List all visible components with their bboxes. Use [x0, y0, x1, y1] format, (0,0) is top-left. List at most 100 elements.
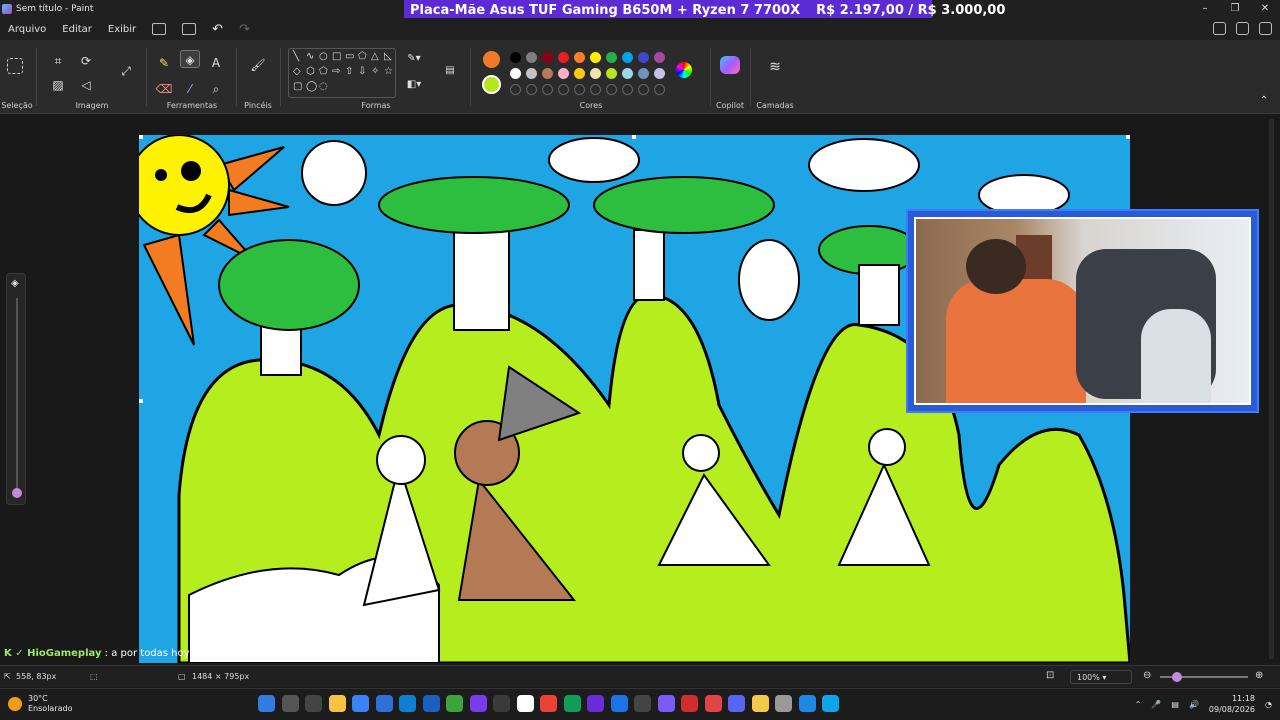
taskbar-app-icon[interactable] [822, 695, 839, 712]
taskbar-app-icon[interactable] [399, 695, 416, 712]
shape-tool-icon[interactable]: ◯ [306, 81, 317, 92]
resize-handle[interactable] [632, 135, 636, 139]
background-removal-icon[interactable]: ▨ [48, 76, 68, 94]
network-icon[interactable]: ▤ [1171, 700, 1179, 709]
layers-icon[interactable]: ≋ [765, 58, 785, 76]
color-swatch[interactable] [654, 68, 665, 79]
color-swatch[interactable] [638, 52, 649, 63]
pencil-icon[interactable]: ✎ [154, 54, 174, 72]
shape-tool-icon[interactable]: ⬠ [358, 51, 367, 62]
fill-style-icon[interactable]: ◧▾ [404, 76, 424, 94]
eraser-icon[interactable]: ⌫ [154, 80, 174, 98]
maximize-button[interactable]: ❐ [1220, 0, 1250, 18]
rotate-icon[interactable]: ⟳ [76, 52, 96, 70]
taskbar-app-icon[interactable] [305, 695, 322, 712]
resize-handle[interactable] [139, 399, 143, 403]
save-icon[interactable] [152, 23, 167, 35]
shape-tool-icon[interactable]: ∿ [306, 51, 314, 62]
clock[interactable]: 11:18 09/08/2026 [1209, 693, 1255, 715]
taskbar-app-icon[interactable] [775, 695, 792, 712]
flip-icon[interactable]: ◁ [76, 76, 96, 94]
taskbar-app-icon[interactable] [798, 695, 816, 712]
secondary-color-swatch[interactable] [482, 75, 501, 94]
color-swatch[interactable] [590, 68, 601, 79]
taskbar-app-icon[interactable] [610, 695, 628, 712]
taskbar-app-icon[interactable] [540, 695, 557, 712]
edit-colors-icon[interactable] [676, 62, 692, 78]
color-swatch[interactable] [606, 68, 617, 79]
crop-icon[interactable]: ⌗ [48, 52, 68, 70]
resize-handle[interactable] [139, 135, 143, 139]
color-swatch[interactable] [574, 68, 585, 79]
color-swatch[interactable] [622, 68, 633, 79]
account-icon[interactable] [1236, 22, 1249, 35]
taskbar-app-icon[interactable] [681, 695, 698, 712]
zoom-in-icon[interactable]: ⊕ [1255, 670, 1263, 681]
color-picker-icon[interactable]: ⁄ [180, 80, 200, 98]
color-swatch[interactable] [542, 52, 553, 63]
color-swatch[interactable] [590, 52, 601, 63]
copilot-icon[interactable] [720, 56, 740, 74]
shape-tool-icon[interactable]: ○ [319, 51, 328, 62]
shape-tool-icon[interactable]: ⬡ [306, 66, 315, 77]
feedback-icon[interactable] [1213, 22, 1226, 35]
color-swatch[interactable] [654, 52, 665, 63]
taskbar-app-icon[interactable] [469, 695, 487, 712]
vertical-scrollbar[interactable] [1269, 119, 1274, 659]
menu-arquivo[interactable]: Arquivo [0, 24, 54, 35]
weather-widget[interactable]: 30°C Ensolarado [8, 694, 72, 714]
undo-icon[interactable]: ↶ [212, 22, 223, 37]
custom-color-slot[interactable] [606, 84, 617, 95]
collapse-ribbon-icon[interactable]: ⌃ [1254, 92, 1274, 110]
menu-exibir[interactable]: Exibir [100, 24, 144, 35]
shape-tool-icon[interactable]: ✧ [371, 66, 379, 77]
close-button[interactable]: ✕ [1250, 0, 1280, 18]
taskbar-app-icon[interactable] [751, 695, 769, 712]
shape-tool-icon[interactable]: ⬠ [319, 66, 328, 77]
select-rectangle-icon[interactable] [7, 58, 23, 74]
taskbar-app-icon[interactable] [563, 695, 581, 712]
shape-tool-icon[interactable]: ▭ [345, 51, 354, 62]
resize-handle[interactable] [1126, 135, 1130, 139]
brush-icon[interactable]: 🖌 [248, 56, 268, 74]
custom-color-slot[interactable] [558, 84, 569, 95]
color-swatch[interactable] [638, 68, 649, 79]
taskbar-app-icon[interactable] [634, 695, 651, 712]
color-swatch[interactable] [574, 52, 585, 63]
taskbar-app-icon[interactable] [422, 695, 440, 712]
taskbar-app-icon[interactable] [657, 695, 675, 712]
zoom-out-icon[interactable]: ⊖ [1143, 670, 1151, 681]
menu-editar[interactable]: Editar [54, 24, 100, 35]
taskbar-app-icon[interactable] [375, 695, 393, 712]
resize-icon[interactable]: ⤢ [116, 62, 136, 80]
custom-color-slot[interactable] [542, 84, 553, 95]
redo-icon[interactable]: ↷ [239, 22, 250, 37]
color-swatch[interactable] [622, 52, 633, 63]
brush-size-slider[interactable]: ◈ [6, 273, 26, 505]
color-swatch[interactable] [606, 52, 617, 63]
taskbar-app-icon[interactable] [352, 695, 369, 712]
microphone-icon[interactable]: 🎤 [1151, 700, 1161, 709]
primary-color-swatch[interactable] [483, 51, 500, 68]
taskbar-app-icon[interactable] [587, 695, 604, 712]
taskbar-app-icon[interactable] [704, 695, 722, 712]
shape-tool-icon[interactable]: ⇧ [345, 66, 353, 77]
color-swatch[interactable] [558, 68, 569, 79]
custom-color-slot[interactable] [622, 84, 633, 95]
taskbar-app-icon[interactable] [281, 695, 299, 712]
taskbar-app-icon[interactable] [728, 695, 745, 712]
share-icon[interactable] [182, 23, 197, 35]
minimize-button[interactable]: – [1190, 0, 1220, 18]
outline-icon[interactable]: ✎▾ [404, 50, 424, 68]
color-swatch[interactable] [526, 52, 537, 63]
taskbar-app-icon[interactable] [516, 695, 534, 712]
taskbar-app-icon[interactable] [258, 695, 275, 712]
magnifier-icon[interactable]: ⌕ [206, 80, 226, 98]
shape-tool-icon[interactable]: ⇩ [358, 66, 366, 77]
zoom-slider-knob[interactable] [1172, 672, 1182, 682]
color-swatch[interactable] [542, 68, 553, 79]
fit-to-window-icon[interactable]: ⊡ [1046, 670, 1054, 681]
settings-icon[interactable] [1259, 22, 1272, 35]
taskbar-app-icon[interactable] [328, 695, 346, 712]
shape-tool-icon[interactable]: ☆ [384, 66, 393, 77]
